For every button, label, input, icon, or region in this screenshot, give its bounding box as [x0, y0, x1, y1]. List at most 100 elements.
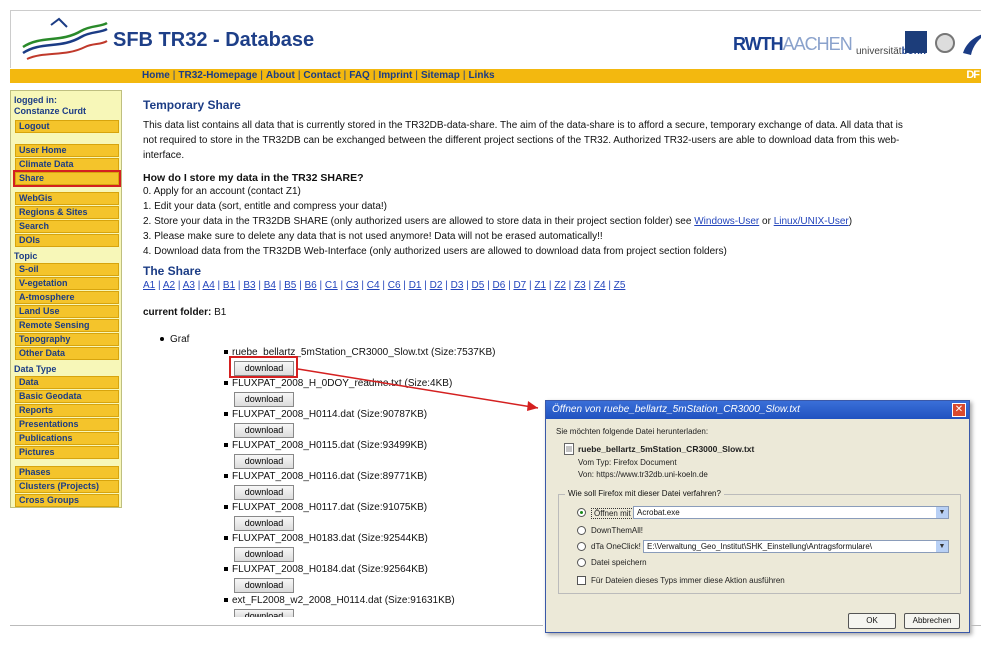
share-folder-link-b4[interactable]: B4 — [264, 280, 276, 291]
sidebar-item-atmosphere[interactable]: A-tmosphere — [15, 291, 119, 304]
share-folder-link-c1[interactable]: C1 — [325, 280, 338, 291]
sidebar-item-regions-sites[interactable]: Regions & Sites — [15, 206, 119, 219]
step-2-post: ) — [848, 216, 853, 227]
radio-dta-oneclick[interactable] — [577, 542, 586, 551]
share-folder-link-d1[interactable]: D1 — [409, 280, 422, 291]
download-button[interactable]: download — [234, 578, 294, 593]
sidebar-item-vegetation[interactable]: V-egetation — [15, 277, 119, 290]
download-button[interactable]: download — [234, 485, 294, 500]
nav-tr32-homepage[interactable]: TR32-Homepage — [178, 70, 257, 81]
sidebar-item-user-home[interactable]: User Home — [15, 144, 119, 157]
sidebar-item-cross-groups[interactable]: Cross Groups — [15, 494, 119, 507]
share-link-separator: | — [337, 280, 346, 291]
sidebar-item-publications[interactable]: Publications — [15, 432, 119, 445]
share-folder-link-z5[interactable]: Z5 — [614, 280, 626, 291]
sidebar-item-land-use[interactable]: Land Use — [15, 305, 119, 318]
share-link-separator: | — [214, 280, 223, 291]
sidebar-item-climate-data[interactable]: Climate Data — [15, 158, 119, 171]
nav-imprint[interactable]: Imprint — [378, 70, 412, 81]
nav-sitemap[interactable]: Sitemap — [421, 70, 460, 81]
share-folder-link-d7[interactable]: D7 — [513, 280, 526, 291]
share-folder-link-c3[interactable]: C3 — [346, 280, 359, 291]
share-folder-link-z2[interactable]: Z2 — [554, 280, 566, 291]
share-link-separator: | — [175, 280, 183, 291]
share-folder-link-a3[interactable]: A3 — [183, 280, 195, 291]
share-folder-link-c4[interactable]: C4 — [367, 280, 380, 291]
share-folder-link-b6[interactable]: B6 — [304, 280, 316, 291]
sidebar-item-topography[interactable]: Topography — [15, 333, 119, 346]
share-link-separator: | — [255, 280, 264, 291]
share-folder-link-c6[interactable]: C6 — [388, 280, 401, 291]
always-do-checkbox[interactable] — [577, 576, 586, 585]
radio-downthemall[interactable] — [577, 526, 586, 535]
site-header: SFB TR32 - Database RWTHAACHEN universit… — [10, 10, 981, 68]
share-folder-link-b5[interactable]: B5 — [284, 280, 296, 291]
dialog-close-button[interactable]: ✕ — [952, 403, 966, 417]
open-with-select[interactable]: Acrobat.exe ▼ — [633, 506, 949, 519]
nav-about[interactable]: About — [266, 70, 295, 81]
download-button[interactable]: download — [234, 547, 294, 562]
sidebar-logout-button[interactable]: Logout — [15, 120, 119, 133]
bonn-emblem-icon — [905, 31, 927, 53]
share-folder-link-z3[interactable]: Z3 — [574, 280, 586, 291]
sidebar-item-data[interactable]: Data — [15, 376, 119, 389]
topic-label: Topic — [14, 251, 38, 261]
sidebar-item-soil[interactable]: S-oil — [15, 263, 119, 276]
radio-open-with[interactable] — [577, 508, 586, 517]
share-folder-link-a4[interactable]: A4 — [203, 280, 215, 291]
dta-oneclick-label: dTa OneClick! — [591, 542, 641, 551]
nav-faq[interactable]: FAQ — [349, 70, 370, 81]
share-folder-link-d2[interactable]: D2 — [430, 280, 443, 291]
share-folder-link-d6[interactable]: D6 — [493, 280, 506, 291]
share-folder-link-a2[interactable]: A2 — [163, 280, 175, 291]
share-link-separator: | — [565, 280, 575, 291]
download-button[interactable]: download — [234, 516, 294, 531]
nav-links[interactable]: Links — [468, 70, 494, 81]
dialog-file-source: Von: https://www.tr32db.uni-koeln.de — [578, 470, 708, 479]
sidebar-item-pictures[interactable]: Pictures — [15, 446, 119, 459]
share-folder-link-d3[interactable]: D3 — [451, 280, 464, 291]
download-button[interactable]: download — [234, 423, 294, 438]
dta-path-select[interactable]: E:\Verwaltung_Geo_Institut\SHK_Einstellu… — [643, 540, 949, 553]
nav-contact[interactable]: Contact — [303, 70, 340, 81]
logged-in-user: Constanze Curdt — [14, 106, 86, 116]
file-list-item: FLUXPAT_2008_H0116.dat (Size:89771KB) — [224, 471, 427, 482]
linux-user-link[interactable]: Linux/UNIX-User — [774, 216, 849, 227]
ok-button[interactable]: OK — [848, 613, 896, 629]
share-folder-link-b1[interactable]: B1 — [223, 280, 235, 291]
sidebar-item-reports[interactable]: Reports — [15, 404, 119, 417]
dialog-action-group: Wie soll Firefox mit dieser Datei verfah… — [558, 489, 961, 594]
share-link-separator: | — [379, 280, 388, 291]
share-folder-link-z4[interactable]: Z4 — [594, 280, 606, 291]
cancel-button[interactable]: Abbrechen — [904, 613, 960, 629]
sidebar-item-clusters[interactable]: Clusters (Projects) — [15, 480, 119, 493]
sidebar-item-webgis[interactable]: WebGis — [15, 192, 119, 205]
share-folder-link-b3[interactable]: B3 — [243, 280, 255, 291]
file-name: FLUXPAT_2008_H0115.dat (Size:93499KB) — [232, 440, 428, 451]
swoosh-logo-icon — [963, 34, 981, 55]
file-list-item: FLUXPAT_2008_H0114.dat (Size:90787KB) — [224, 409, 427, 420]
sidebar-item-search[interactable]: Search — [15, 220, 119, 233]
sidebar-item-dois[interactable]: DOIs — [15, 234, 119, 247]
nav-home[interactable]: Home — [142, 70, 170, 81]
sidebar-item-presentations[interactable]: Presentations — [15, 418, 119, 431]
radio-save-file[interactable] — [577, 558, 586, 567]
bullet-icon — [224, 412, 228, 417]
sidebar-item-phases[interactable]: Phases — [15, 466, 119, 479]
download-button[interactable]: download — [234, 392, 294, 407]
sidebar-item-share[interactable]: Share — [13, 170, 121, 187]
graf-folder: Graf — [160, 334, 189, 345]
bullet-icon — [224, 474, 228, 479]
windows-user-link[interactable]: Windows-User — [694, 216, 759, 227]
download-button[interactable]: download — [234, 609, 294, 617]
share-folder-link-d5[interactable]: D5 — [472, 280, 485, 291]
sidebar-item-remote-sensing[interactable]: Remote Sensing — [15, 319, 119, 332]
sidebar-item-other-data[interactable]: Other Data — [15, 347, 119, 360]
download-button[interactable]: download — [234, 454, 294, 469]
share-folder-link-a1[interactable]: A1 — [143, 280, 155, 291]
dialog-file-type: Vom Typ: Firefox Document — [578, 458, 677, 467]
sidebar-item-basic-geodata[interactable]: Basic Geodata — [15, 390, 119, 403]
file-name: ext_FL2008_w2_2008_H0114.dat (Size:91631… — [232, 595, 455, 606]
share-folder-link-z1[interactable]: Z1 — [534, 280, 546, 291]
footer-divider — [10, 625, 543, 626]
